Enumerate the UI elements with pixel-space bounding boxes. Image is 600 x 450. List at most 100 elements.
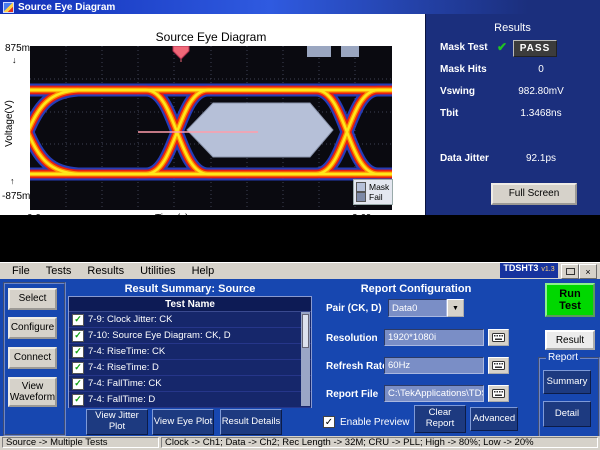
- eye-diagram-svg: [30, 46, 392, 210]
- close-icon: ×: [585, 267, 590, 277]
- y-axis-label: Voltage(V): [4, 81, 15, 166]
- resolution-field[interactable]: 1920*1080i: [384, 329, 484, 346]
- sidebar-select-button[interactable]: Select: [8, 288, 57, 310]
- app-version: v1.3: [541, 266, 554, 273]
- view-eye-plot-button[interactable]: View Eye Plot: [152, 409, 214, 435]
- full-screen-button[interactable]: Full Screen: [491, 183, 577, 205]
- enable-preview-label: Enable Preview: [340, 417, 409, 428]
- table-row[interactable]: ✓ 7-4: FallTime: D: [69, 392, 311, 408]
- refresh-keyboard-button[interactable]: [488, 357, 509, 374]
- pass-check-icon: ✓: [72, 346, 84, 358]
- keyboard-icon: [492, 333, 505, 342]
- pair-dropdown[interactable]: Data0 ▼: [388, 299, 464, 317]
- test-name: 7-4: FallTime: D: [88, 394, 155, 405]
- report-file-field[interactable]: C:\TekApplications\TDSHT: [384, 385, 484, 402]
- app-version-badge: TDSHT3 v1.3: [500, 263, 558, 278]
- sidebar-connect-button[interactable]: Connect: [8, 347, 57, 369]
- tbit-value: 1.3468ns: [503, 108, 579, 119]
- menu-item[interactable]: Utilities: [132, 264, 183, 278]
- data-jitter-value: 92.1ps: [503, 153, 579, 164]
- result-button[interactable]: Result: [545, 330, 595, 350]
- table-scrollbar[interactable]: [301, 312, 310, 406]
- keyboard-icon: [492, 389, 505, 398]
- status-config: Clock -> Ch1; Data -> Ch2; Rec Length ->…: [161, 437, 598, 448]
- keyboard-icon: [492, 361, 505, 370]
- table-row[interactable]: ✓ 7-4: FallTime: CK: [69, 376, 311, 392]
- test-name: 7-9: Clock Jitter: CK: [88, 314, 172, 325]
- close-button[interactable]: ×: [579, 264, 597, 279]
- y-arrow-up-icon: ↑: [10, 176, 15, 186]
- mask-test-status-badge: PASS: [513, 40, 557, 57]
- refresh-rate-label: Refresh Rate: [326, 361, 388, 372]
- app-name: TDSHT3: [503, 263, 538, 273]
- table-column-header: Test Name: [69, 297, 311, 312]
- pass-check-icon: ✔: [497, 40, 507, 54]
- data-jitter-label: Data Jitter: [440, 153, 489, 164]
- menu-item[interactable]: Results: [79, 264, 132, 278]
- report-group-label: Report: [546, 352, 580, 363]
- table-row[interactable]: ✓ 7-9: Clock Jitter: CK: [69, 312, 311, 328]
- vswing-label: Vswing: [440, 86, 475, 97]
- fail-legend-label: Fail: [369, 192, 383, 202]
- tbit-label: Tbit: [440, 108, 458, 119]
- pass-check-icon: ✓: [72, 378, 84, 390]
- screen: Source Eye Diagram Source Eye Diagram 87…: [0, 0, 600, 450]
- window-title: Source Eye Diagram: [18, 2, 115, 13]
- result-details-button[interactable]: Result Details: [220, 409, 282, 435]
- run-test-button[interactable]: Run Test: [545, 283, 595, 317]
- test-name: 7-4: FallTime: CK: [88, 378, 162, 389]
- refresh-rate-field[interactable]: 60Hz: [384, 357, 484, 374]
- mask-polygon: [187, 103, 333, 157]
- status-bar: Source -> Multiple Tests Clock -> Ch1; D…: [0, 436, 600, 450]
- scope-screen-strip: Stopped 115 200 acqs RL:1.0k March 07, 2…: [0, 215, 600, 262]
- clear-report-button[interactable]: Clear Report: [414, 405, 466, 433]
- menu-item[interactable]: File: [4, 264, 38, 278]
- pair-value: Data0: [388, 299, 447, 317]
- pass-check-icon: ✓: [72, 314, 84, 326]
- y-axis-min: -875m: [2, 191, 30, 202]
- test-list: ✓ 7-9: Clock Jitter: CK ✓ 7-10: Source E…: [69, 312, 311, 408]
- chevron-down-icon[interactable]: ▼: [447, 299, 464, 317]
- test-results-table: Test Name ✓ 7-9: Clock Jitter: CK ✓ 7-10…: [68, 296, 312, 408]
- status-source: Source -> Multiple Tests: [2, 437, 159, 448]
- mask-test-label: Mask Test: [440, 42, 488, 53]
- vswing-value: 982.80mV: [503, 86, 579, 97]
- menu-item[interactable]: Help: [184, 264, 223, 278]
- sidebar-view-waveform-button[interactable]: View Waveform: [8, 377, 57, 407]
- report-config-title: Report Configuration: [318, 283, 514, 295]
- mask-hits-label: Mask Hits: [440, 64, 487, 75]
- restore-icon: [566, 268, 575, 275]
- report-file-label: Report File: [326, 389, 378, 400]
- resolution-keyboard-button[interactable]: [488, 329, 509, 346]
- summary-button[interactable]: Summary: [543, 370, 591, 394]
- detail-button[interactable]: Detail: [543, 401, 591, 427]
- eye-plot-panel: Source Eye Diagram 875m ↓ Voltage(V) ↑ -…: [0, 14, 425, 215]
- pass-check-icon: ✓: [72, 394, 84, 406]
- eye-window-titlebar[interactable]: Source Eye Diagram: [0, 0, 600, 14]
- resolution-label: Resolution: [326, 333, 378, 344]
- enable-preview-checkbox[interactable]: ✓: [323, 416, 335, 428]
- y-axis-max: 875m: [5, 43, 30, 54]
- table-row[interactable]: ✓ 7-4: RiseTime: D: [69, 360, 311, 376]
- table-row[interactable]: ✓ 7-10: Source Eye Diagram: CK, D: [69, 328, 311, 344]
- menu-item[interactable]: Tests: [38, 264, 80, 278]
- plot-legend: Mask Fail: [353, 179, 393, 205]
- mask-hits-value: 0: [503, 64, 579, 75]
- advanced-button[interactable]: Advanced: [470, 407, 518, 431]
- result-summary-title: Result Summary: Source: [70, 283, 310, 295]
- restore-button[interactable]: [561, 264, 579, 279]
- table-row[interactable]: ✓ 7-4: RiseTime: CK: [69, 344, 311, 360]
- fail-legend-swatch: [356, 192, 366, 202]
- view-jitter-plot-button[interactable]: View Jitter Plot: [86, 409, 148, 435]
- mask-legend-swatch: [356, 182, 366, 192]
- checkmark-icon: ✓: [325, 417, 333, 428]
- report-file-keyboard-button[interactable]: [488, 385, 509, 402]
- results-title: Results: [425, 22, 600, 34]
- eye-plot-area: [30, 46, 392, 210]
- scrollbar-thumb[interactable]: [302, 314, 309, 348]
- pair-label: Pair (CK, D): [326, 303, 382, 314]
- sidebar-configure-button[interactable]: Configure: [8, 317, 57, 339]
- pass-check-icon: ✓: [72, 362, 84, 374]
- test-name: 7-4: RiseTime: CK: [88, 346, 165, 357]
- window-icon: [3, 2, 14, 13]
